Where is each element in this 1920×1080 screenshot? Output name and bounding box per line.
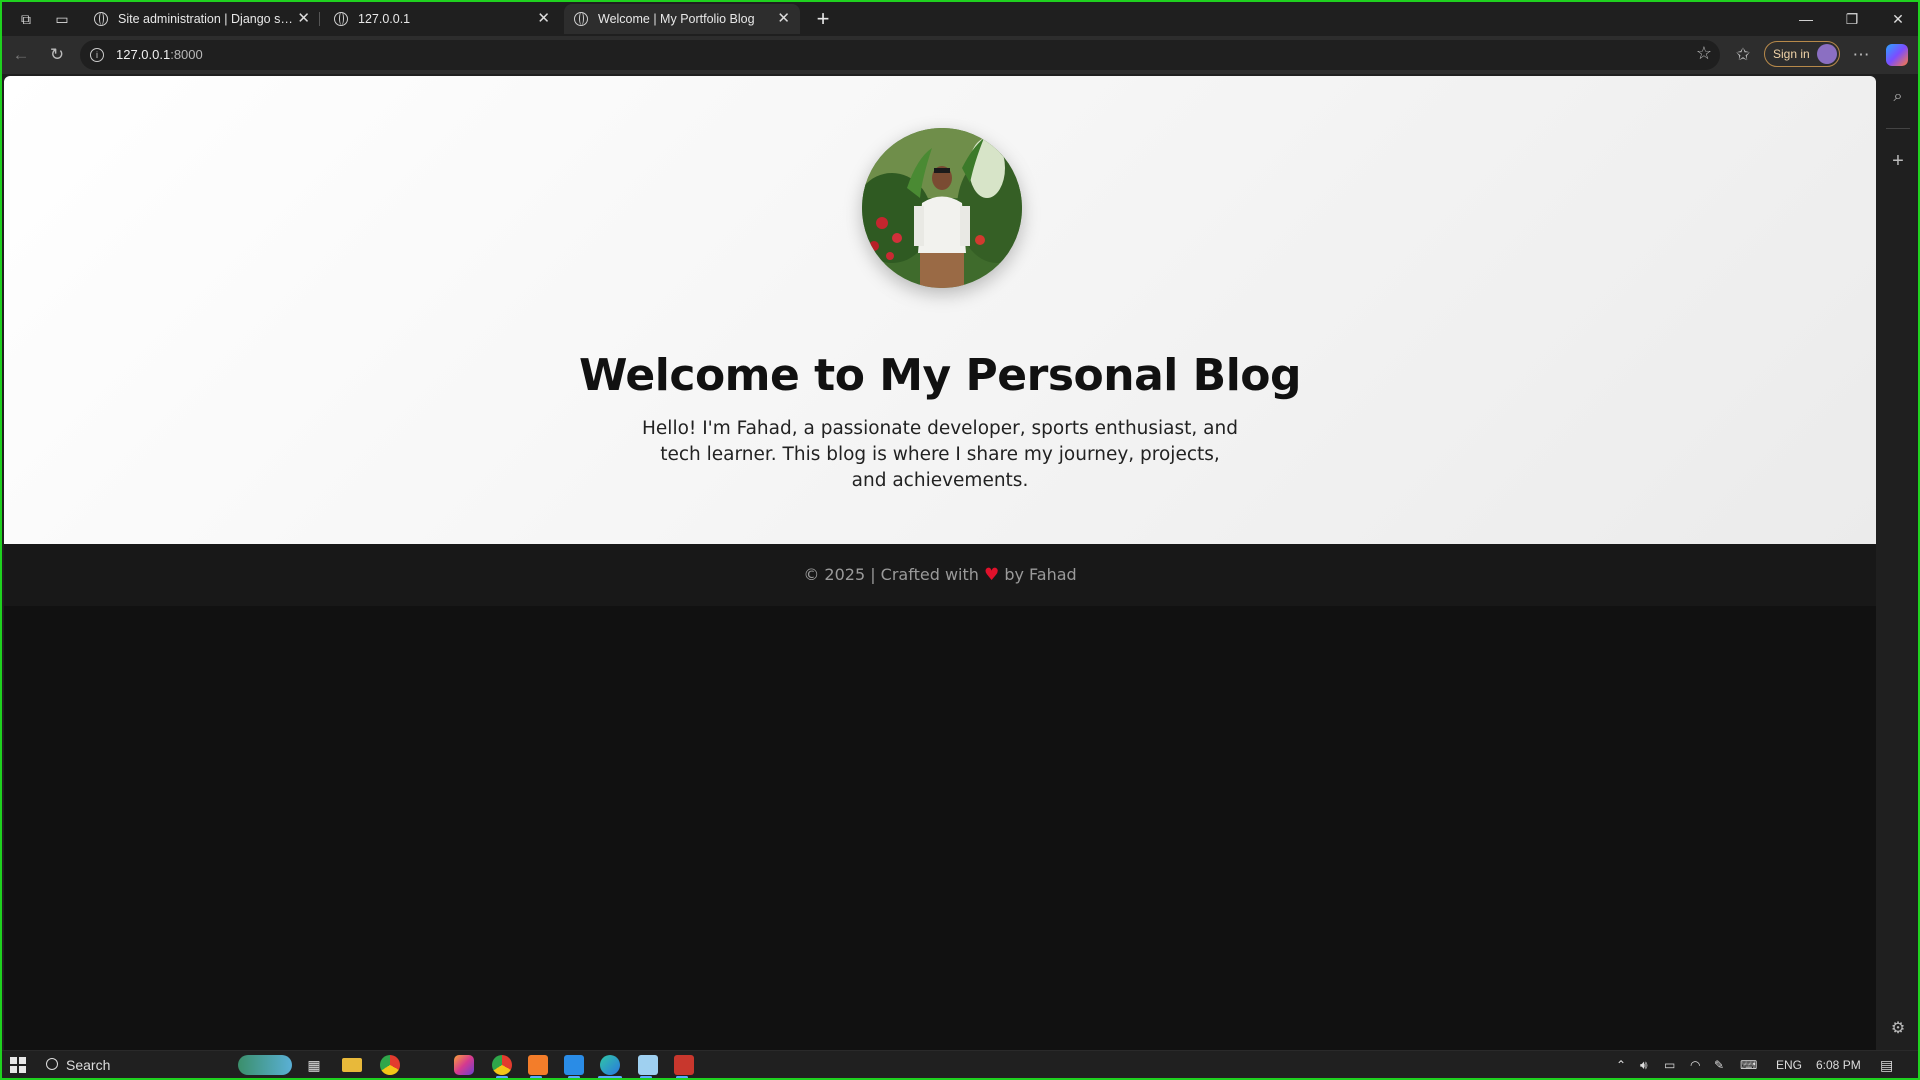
app-red-icon[interactable] (674, 1055, 694, 1075)
back-icon[interactable]: ← (10, 44, 32, 66)
globe-icon (334, 12, 348, 26)
hero-section: Welcome to My Personal Blog Hello! I'm F… (4, 76, 1876, 544)
heart-icon: ♥ (983, 565, 1000, 585)
clock[interactable]: 6:08 PM (1816, 1051, 1861, 1078)
close-icon[interactable]: ✕ (777, 4, 790, 34)
close-icon[interactable]: ✕ (537, 4, 550, 34)
edge-sidebar: ⌕ + ⚙ (1878, 74, 1918, 1050)
chrome-profile-icon[interactable] (492, 1055, 512, 1075)
taskbar-search-label: Search (66, 1057, 111, 1073)
tab-localhost[interactable]: 127.0.0.1 ✕ (324, 4, 560, 34)
volume-icon[interactable]: 🔊︎ (1640, 1051, 1648, 1078)
settings-icon[interactable]: ⚙ (1887, 1018, 1909, 1040)
running-indicator (640, 1076, 652, 1078)
reload-icon[interactable]: ↻ (46, 44, 68, 66)
tab-label: 127.0.0.1 (358, 12, 411, 26)
favorites-icon[interactable]: ✩ (1732, 44, 1754, 66)
globe-icon (574, 12, 588, 26)
site-footer: © 2025 | Crafted with ♥ by Fahad (4, 544, 1876, 606)
page-viewport: Welcome to My Personal Blog Hello! I'm F… (4, 76, 1876, 1050)
language-indicator[interactable]: ENG (1776, 1051, 1802, 1078)
sign-in-label: Sign in (1773, 47, 1810, 61)
url-port: :8000 (170, 47, 203, 62)
url-text[interactable]: 127.0.0.1:8000 (116, 40, 203, 70)
windows-start-icon[interactable] (10, 1057, 26, 1073)
browser-window: ⧉ ▭ Site administration | Django site ad… (0, 0, 1920, 1080)
page-title: Welcome to My Personal Blog (578, 350, 1302, 401)
battery-icon[interactable]: ▭ (1664, 1051, 1675, 1078)
restore-button[interactable]: ❐ (1832, 6, 1872, 32)
tab-label: Site administration | Django site admin (118, 12, 293, 26)
profile-photo (862, 128, 1022, 288)
tab-portfolio-blog[interactable]: Welcome | My Portfolio Blog ✕ (564, 4, 800, 34)
tab-label: Welcome | My Portfolio Blog (598, 12, 755, 26)
running-indicator (496, 1076, 508, 1078)
navigation-bar: ← ↻ i 127.0.0.1:8000 ☆ ✩ Sign in ⋯ (2, 36, 1918, 74)
task-view-icon[interactable]: ▦ (304, 1055, 324, 1075)
intro-text: Hello! I'm Fahad, a passionate developer… (642, 418, 1238, 491)
address-bar[interactable]: i 127.0.0.1:8000 ☆ (80, 40, 1720, 70)
workspaces-icon[interactable]: ⧉ (16, 9, 36, 29)
close-icon[interactable]: ✕ (297, 4, 310, 34)
footer-prefix: © 2025 | Crafted with (803, 565, 979, 584)
chrome-icon[interactable] (380, 1055, 400, 1075)
copilot-icon[interactable] (1886, 44, 1908, 66)
add-icon[interactable]: + (1887, 150, 1909, 172)
weather-widget-icon[interactable] (238, 1055, 292, 1075)
tab-django-admin[interactable]: Site administration | Django site admin … (84, 4, 320, 34)
url-host: 127.0.0.1 (116, 47, 171, 62)
footer-suffix: by Fahad (1004, 565, 1077, 584)
search-icon[interactable]: ⌕ (1887, 86, 1909, 108)
running-indicator (568, 1076, 580, 1078)
chevron-up-icon[interactable]: ⌃ (1616, 1051, 1626, 1078)
wifi-icon[interactable]: ◠ (1690, 1051, 1700, 1078)
sidebar-divider (1886, 128, 1910, 129)
tab-actions-icon[interactable]: ▭ (52, 9, 72, 29)
favorite-star-icon[interactable]: ☆ (1696, 43, 1712, 64)
windows-taskbar: Search ▦ ⌃ 🔊︎ ▭ ◠ ✎ ⌨ ENG 6:08 PM ▤ (2, 1050, 1918, 1078)
instagram-icon[interactable] (454, 1055, 474, 1075)
tab-separator (319, 12, 320, 26)
avatar (1817, 44, 1837, 64)
notifications-icon[interactable]: ▤ (1880, 1051, 1893, 1078)
title-bar: ⧉ ▭ Site administration | Django site ad… (2, 2, 1918, 36)
close-window-button[interactable]: ✕ (1878, 6, 1918, 32)
notepad-icon[interactable] (638, 1055, 658, 1075)
edge-icon[interactable] (600, 1055, 620, 1075)
running-indicator (676, 1076, 688, 1078)
pen-icon[interactable]: ✎ (1714, 1051, 1724, 1078)
app-q-icon[interactable] (528, 1055, 548, 1075)
new-tab-button[interactable]: + (810, 6, 836, 32)
sign-in-button[interactable]: Sign in (1764, 41, 1840, 67)
running-indicator (530, 1076, 542, 1078)
file-explorer-icon[interactable] (342, 1058, 362, 1072)
vscode-icon[interactable] (564, 1055, 584, 1075)
running-indicator (598, 1076, 622, 1078)
search-icon (46, 1058, 58, 1070)
keyboard-icon[interactable]: ⌨ (1740, 1051, 1757, 1078)
minimize-button[interactable]: — (1786, 6, 1826, 32)
info-icon[interactable]: i (90, 48, 104, 62)
more-icon[interactable]: ⋯ (1850, 44, 1872, 66)
taskbar-search[interactable]: Search (38, 1051, 246, 1078)
globe-icon (94, 12, 108, 26)
